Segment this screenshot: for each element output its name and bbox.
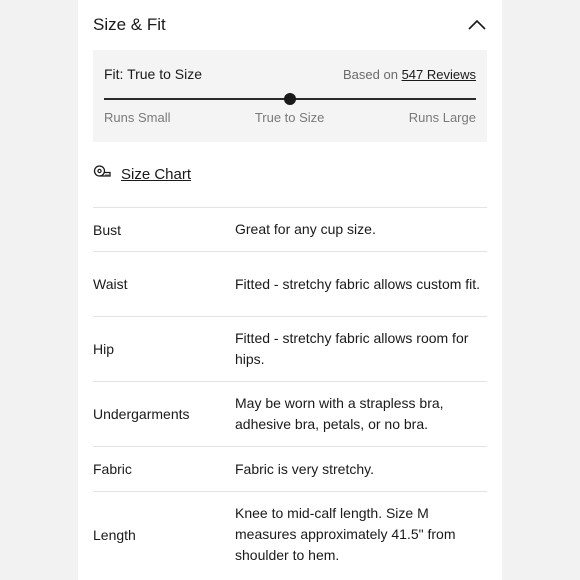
table-row: Undergarments May be worn with a straple… [93, 381, 487, 446]
chevron-up-icon[interactable] [467, 15, 487, 35]
row-value: Fitted - stretchy fabric allows room for… [235, 330, 469, 367]
table-row: Length Knee to mid-calf length. Size M m… [93, 491, 487, 577]
row-label: Fabric [93, 461, 132, 477]
row-label: Hip [93, 341, 115, 357]
tape-measure-icon [93, 164, 111, 184]
scale-label-large: Runs Large [408, 110, 476, 125]
row-value: Knee to mid-calf length. Size M measures… [235, 505, 456, 563]
scale-label-true: True to Size [254, 110, 325, 125]
reviews-link[interactable]: 547 Reviews [402, 67, 476, 82]
row-value: Great for any cup size. [235, 221, 376, 237]
row-label: Length [93, 526, 136, 543]
fit-label: Fit: True to Size [104, 66, 203, 82]
size-chart-link[interactable]: Size Chart [93, 160, 191, 188]
review-count: Based on 547 Reviews [343, 67, 476, 82]
size-chart-label[interactable]: Size Chart [121, 166, 191, 183]
section-title: Size & Fit [93, 15, 166, 34]
fit-track [104, 93, 476, 105]
fit-meter: Fit: True to Size Based on 547 Reviews R… [93, 50, 487, 142]
fit-indicator [284, 93, 296, 105]
based-on-text: Based on [343, 66, 402, 82]
table-row: Bust Great for any cup size. [93, 207, 487, 251]
fit-scale: Runs Small True to Size Runs Large [104, 110, 476, 125]
size-fit-panel: Size & Fit Fit: True to Size Based on 54… [78, 0, 502, 580]
fit-details-table: Bust Great for any cup size. Waist Fitte… [93, 207, 487, 577]
table-row: Fabric Fabric is very stretchy. [93, 446, 487, 491]
row-value: May be worn with a strapless bra, adhesi… [235, 395, 444, 432]
scale-label-small: Runs Small [104, 110, 171, 125]
row-label: Undergarments [93, 406, 190, 422]
table-row: Waist Fitted - stretchy fabric allows cu… [93, 251, 487, 316]
row-value: Fitted - stretchy fabric allows custom f… [235, 275, 481, 292]
row-label: Bust [93, 221, 122, 238]
row-label: Waist [93, 276, 128, 292]
size-fit-header[interactable]: Size & Fit [93, 0, 487, 50]
row-value: Fabric is very stretchy. [235, 460, 374, 477]
table-row: Hip Fitted - stretchy fabric allows room… [93, 316, 487, 381]
